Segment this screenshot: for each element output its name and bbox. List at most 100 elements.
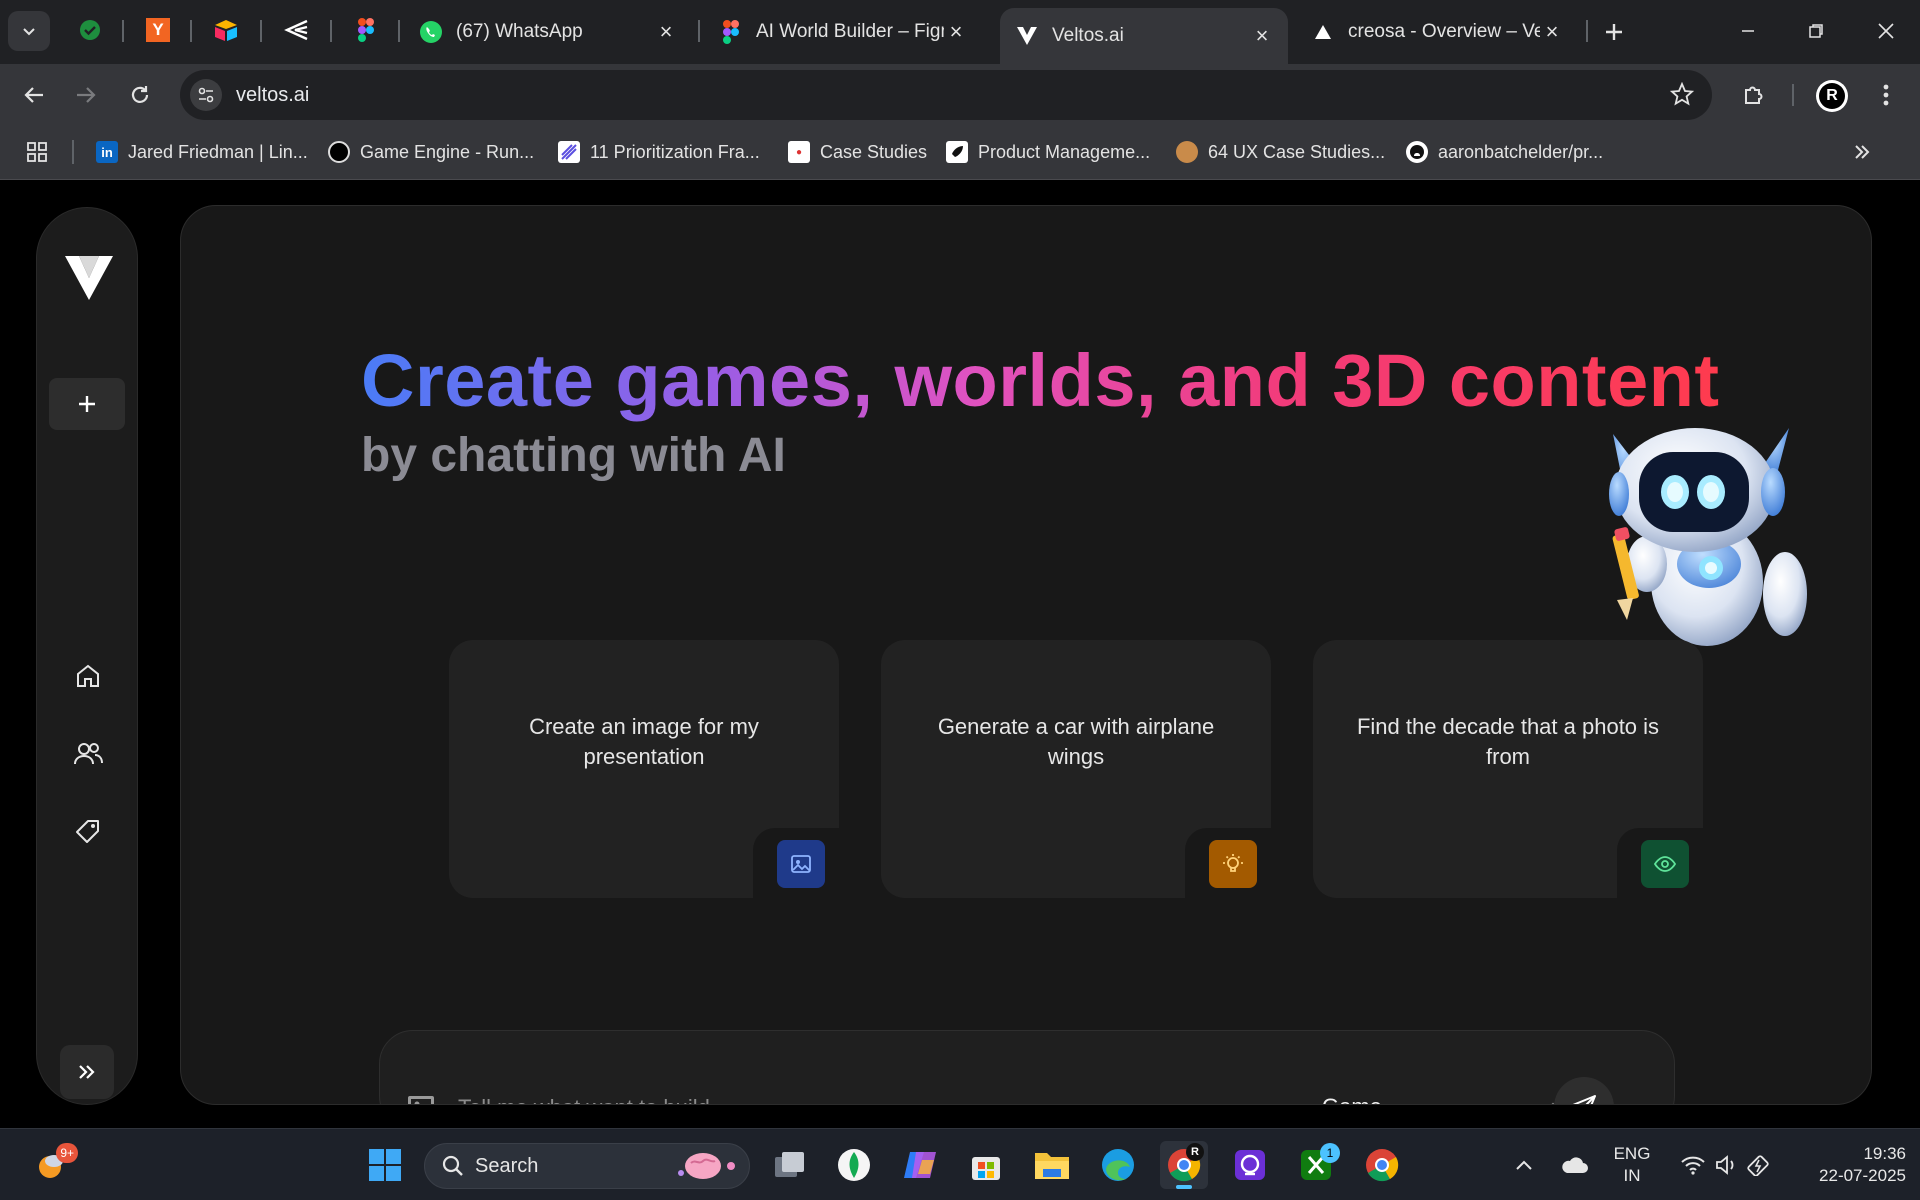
copilot-icon (904, 1152, 936, 1178)
onedrive-button[interactable] (1552, 1141, 1596, 1189)
close-icon[interactable]: × (1540, 19, 1564, 44)
prompt-input[interactable] (458, 1093, 1258, 1104)
browser-tab-strip: Y (67) WhatsApp × AI World Builder – Fig… (0, 0, 1920, 64)
pinned-tab-vercel-app[interactable] (276, 12, 316, 48)
pricing-nav-button[interactable] (68, 812, 108, 852)
app-icon (1235, 1150, 1265, 1180)
pinned-tab-airtable[interactable] (206, 12, 246, 48)
profile-avatar[interactable]: R (1816, 80, 1848, 112)
mongodb-app[interactable] (830, 1141, 878, 1189)
clock[interactable]: 19:36 22-07-2025 (1794, 1143, 1906, 1187)
tab-title: creosa - Overview – Vercel (1348, 21, 1540, 42)
language-indicator[interactable]: ENG IN (1606, 1143, 1658, 1187)
image-icon (791, 855, 811, 873)
wifi-icon (1681, 1156, 1705, 1175)
close-icon[interactable]: × (1250, 23, 1274, 48)
tab-title: Veltos.ai (1052, 25, 1124, 46)
suggestion-card-image[interactable]: Create an image for my presentation (449, 640, 839, 898)
eye-icon-button[interactable] (1641, 840, 1689, 888)
battery-charging-icon (1747, 1155, 1769, 1176)
pinned-tab-check[interactable] (70, 12, 110, 48)
xbox-app[interactable]: 1 (1292, 1141, 1340, 1189)
brain-decoration-icon (678, 1153, 735, 1179)
image-icon-button[interactable] (777, 840, 825, 888)
minimize-button[interactable] (1728, 14, 1768, 48)
volume-icon (1716, 1155, 1734, 1175)
back-button[interactable] (14, 76, 54, 114)
bookmark-ux-case-studies[interactable]: 64 UX Case Studies... (1176, 136, 1385, 168)
tab-separator (398, 20, 400, 42)
ycombinator-icon: Y (146, 18, 170, 42)
main-panel: Create games, worlds, and 3D content by … (180, 205, 1872, 1105)
eye-icon (1654, 856, 1676, 872)
send-button[interactable] (1554, 1077, 1614, 1104)
mode-selector[interactable]: Game (1322, 1089, 1562, 1104)
reload-button[interactable] (120, 76, 160, 114)
tab-figma-world-builder[interactable]: AI World Builder – Figma × (704, 10, 982, 54)
copilot-app[interactable] (896, 1141, 944, 1189)
pinned-tab-figma[interactable] (346, 12, 386, 48)
avatar-icon (1176, 141, 1198, 163)
lightbulb-icon-button[interactable] (1209, 840, 1257, 888)
close-icon[interactable]: × (654, 19, 678, 44)
bookmark-game-engine[interactable]: Game Engine - Run... (328, 136, 534, 168)
new-tab-button[interactable] (1596, 14, 1632, 50)
tab-separator (1586, 20, 1588, 42)
suggestion-card-decade[interactable]: Find the decade that a photo is from (1313, 640, 1703, 898)
taskbar-search[interactable]: Search (424, 1143, 750, 1189)
microsoft-store-app[interactable] (962, 1141, 1010, 1189)
chrome-profile-app[interactable] (1358, 1141, 1406, 1189)
bookmark-star-icon[interactable] (1669, 81, 1695, 111)
region-code: IN (1623, 1166, 1641, 1185)
search-label: Search (475, 1154, 539, 1177)
more-bookmarks-button[interactable] (1852, 136, 1872, 168)
file-explorer-app[interactable] (1028, 1141, 1076, 1189)
show-hidden-icons-button[interactable] (1504, 1141, 1544, 1189)
site-info-icon[interactable] (190, 79, 222, 111)
tab-separator (698, 20, 700, 42)
apps-button[interactable] (26, 136, 48, 168)
task-view-button[interactable] (766, 1141, 814, 1189)
expand-sidebar-button[interactable] (60, 1045, 114, 1099)
bookmark-product-management[interactable]: Product Manageme... (946, 136, 1150, 168)
bookmark-github[interactable]: aaronbatchelder/pr... (1406, 136, 1603, 168)
address-bar[interactable]: veltos.ai (180, 70, 1712, 120)
kebab-menu-icon (1883, 84, 1889, 106)
figma-icon (718, 19, 744, 45)
tab-search-button[interactable] (8, 11, 50, 51)
hero-headline: Create games, worlds, and 3D content (361, 339, 1720, 422)
pinned-tab-ycombinator[interactable]: Y (138, 12, 178, 48)
close-icon[interactable]: × (944, 19, 968, 44)
quick-settings-button[interactable] (1668, 1141, 1784, 1189)
start-button[interactable] (361, 1141, 409, 1189)
tab-veltos-active[interactable]: Veltos.ai × (1000, 8, 1288, 64)
xbox-badge: 1 (1320, 1143, 1340, 1163)
stripes-icon (558, 141, 580, 163)
bookmark-prioritization[interactable]: 11 Prioritization Fra... (558, 136, 760, 168)
forward-button[interactable] (66, 76, 106, 114)
weather-widget[interactable]: 9+ (24, 1141, 80, 1189)
edge-app[interactable] (1094, 1141, 1142, 1189)
bookmark-case-studies[interactable]: ● Case Studies (788, 136, 927, 168)
new-project-button[interactable] (49, 378, 125, 430)
community-nav-button[interactable] (68, 734, 108, 774)
browser-menu-button[interactable] (1866, 76, 1906, 114)
attach-image-icon[interactable] (406, 1093, 436, 1105)
veltos-logo-icon[interactable] (63, 250, 115, 302)
tab-vercel-creosa[interactable]: creosa - Overview – Vercel × (1296, 10, 1578, 54)
plus-icon (1606, 24, 1622, 40)
tab-whatsapp[interactable]: (67) WhatsApp × (404, 10, 692, 54)
bookmark-separator (72, 140, 74, 164)
double-chevron-right-icon (1855, 145, 1870, 159)
whatsapp-icon (418, 19, 444, 45)
bookmark-linkedin[interactable]: in Jared Friedman | Lin... (96, 136, 308, 168)
active-indicator (1176, 1185, 1192, 1189)
purple-app[interactable] (1226, 1141, 1274, 1189)
home-nav-button[interactable] (68, 656, 108, 696)
suggestion-card-car[interactable]: Generate a car with airplane wings (881, 640, 1271, 898)
close-window-button[interactable] (1866, 14, 1906, 48)
tab-separator (122, 20, 124, 42)
restore-button[interactable] (1796, 14, 1836, 48)
extensions-button[interactable] (1734, 76, 1774, 114)
chrome-app-active[interactable]: R (1160, 1141, 1208, 1189)
